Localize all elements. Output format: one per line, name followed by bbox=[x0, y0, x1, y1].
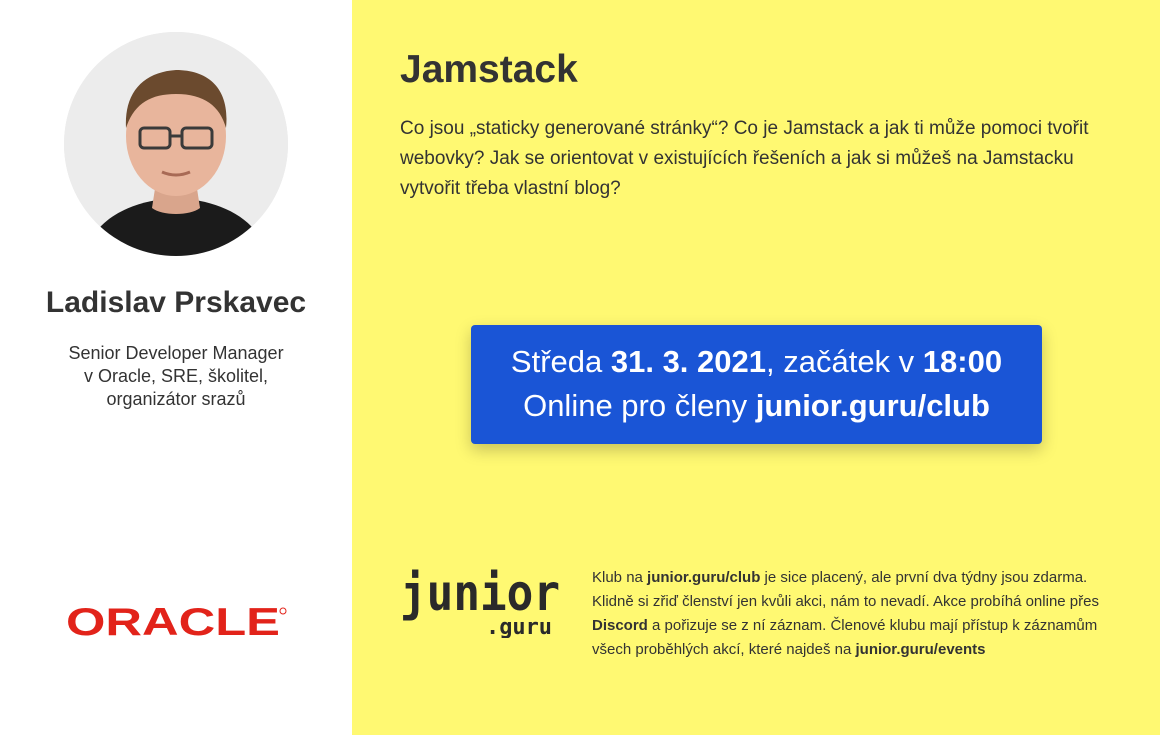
junior-guru-logo: junior .guru bbox=[400, 564, 562, 640]
event-online-line: Online pro členy junior.guru/club bbox=[471, 384, 1042, 428]
speaker-role: Senior Developer Manager v Oracle, SRE, … bbox=[40, 342, 312, 411]
talk-description: Co jsou „staticky generované stránky“? C… bbox=[400, 118, 1089, 199]
club-link[interactable]: junior.guru/club bbox=[647, 569, 760, 586]
speaker-role-line: Senior Developer Manager bbox=[68, 343, 284, 363]
oracle-logo: ORACLE bbox=[66, 601, 288, 644]
event-start-text: , začátek v bbox=[766, 344, 923, 379]
club-info-part: Klub na bbox=[592, 569, 648, 586]
speaker-panel: Ladislav Prskavec Senior Developer Manag… bbox=[0, 0, 352, 735]
talk-panel: Jamstack Co jsou „staticky generované st… bbox=[352, 0, 1160, 735]
talk-title: Jamstack bbox=[400, 48, 578, 91]
speaker-photo-illustration bbox=[64, 32, 288, 256]
speaker-name: Ladislav Prskavec bbox=[45, 286, 307, 319]
discord-link[interactable]: Discord bbox=[592, 617, 648, 634]
event-date-line: Středa 31. 3. 2021, začátek v 18:00 bbox=[471, 340, 1042, 384]
event-info-box: Středa 31. 3. 2021, začátek v 18:00 Onli… bbox=[471, 325, 1042, 444]
oracle-logo-text: ORACLE bbox=[66, 602, 280, 644]
event-day: Středa bbox=[510, 344, 611, 379]
event-date: 31. 3. 2021 bbox=[610, 344, 766, 379]
club-info-text: Klub na junior.guru/club je sice placený… bbox=[592, 566, 1102, 662]
events-link[interactable]: junior.guru/events bbox=[855, 641, 985, 658]
logo-main-text: junior bbox=[400, 564, 560, 622]
speaker-role-line: organizátor srazů bbox=[106, 389, 246, 409]
club-info-part: a pořizuje se z ní záznam. Členové klubu… bbox=[592, 617, 1098, 658]
logo-sub-text: .guru bbox=[486, 615, 552, 638]
event-online-text: Online pro členy bbox=[523, 388, 756, 423]
speaker-role-line: v Oracle, SRE, školitel, bbox=[83, 366, 269, 386]
event-club-link[interactable]: junior.guru/club bbox=[756, 388, 990, 423]
event-time: 18:00 bbox=[922, 344, 1003, 379]
speaker-photo bbox=[64, 32, 288, 256]
